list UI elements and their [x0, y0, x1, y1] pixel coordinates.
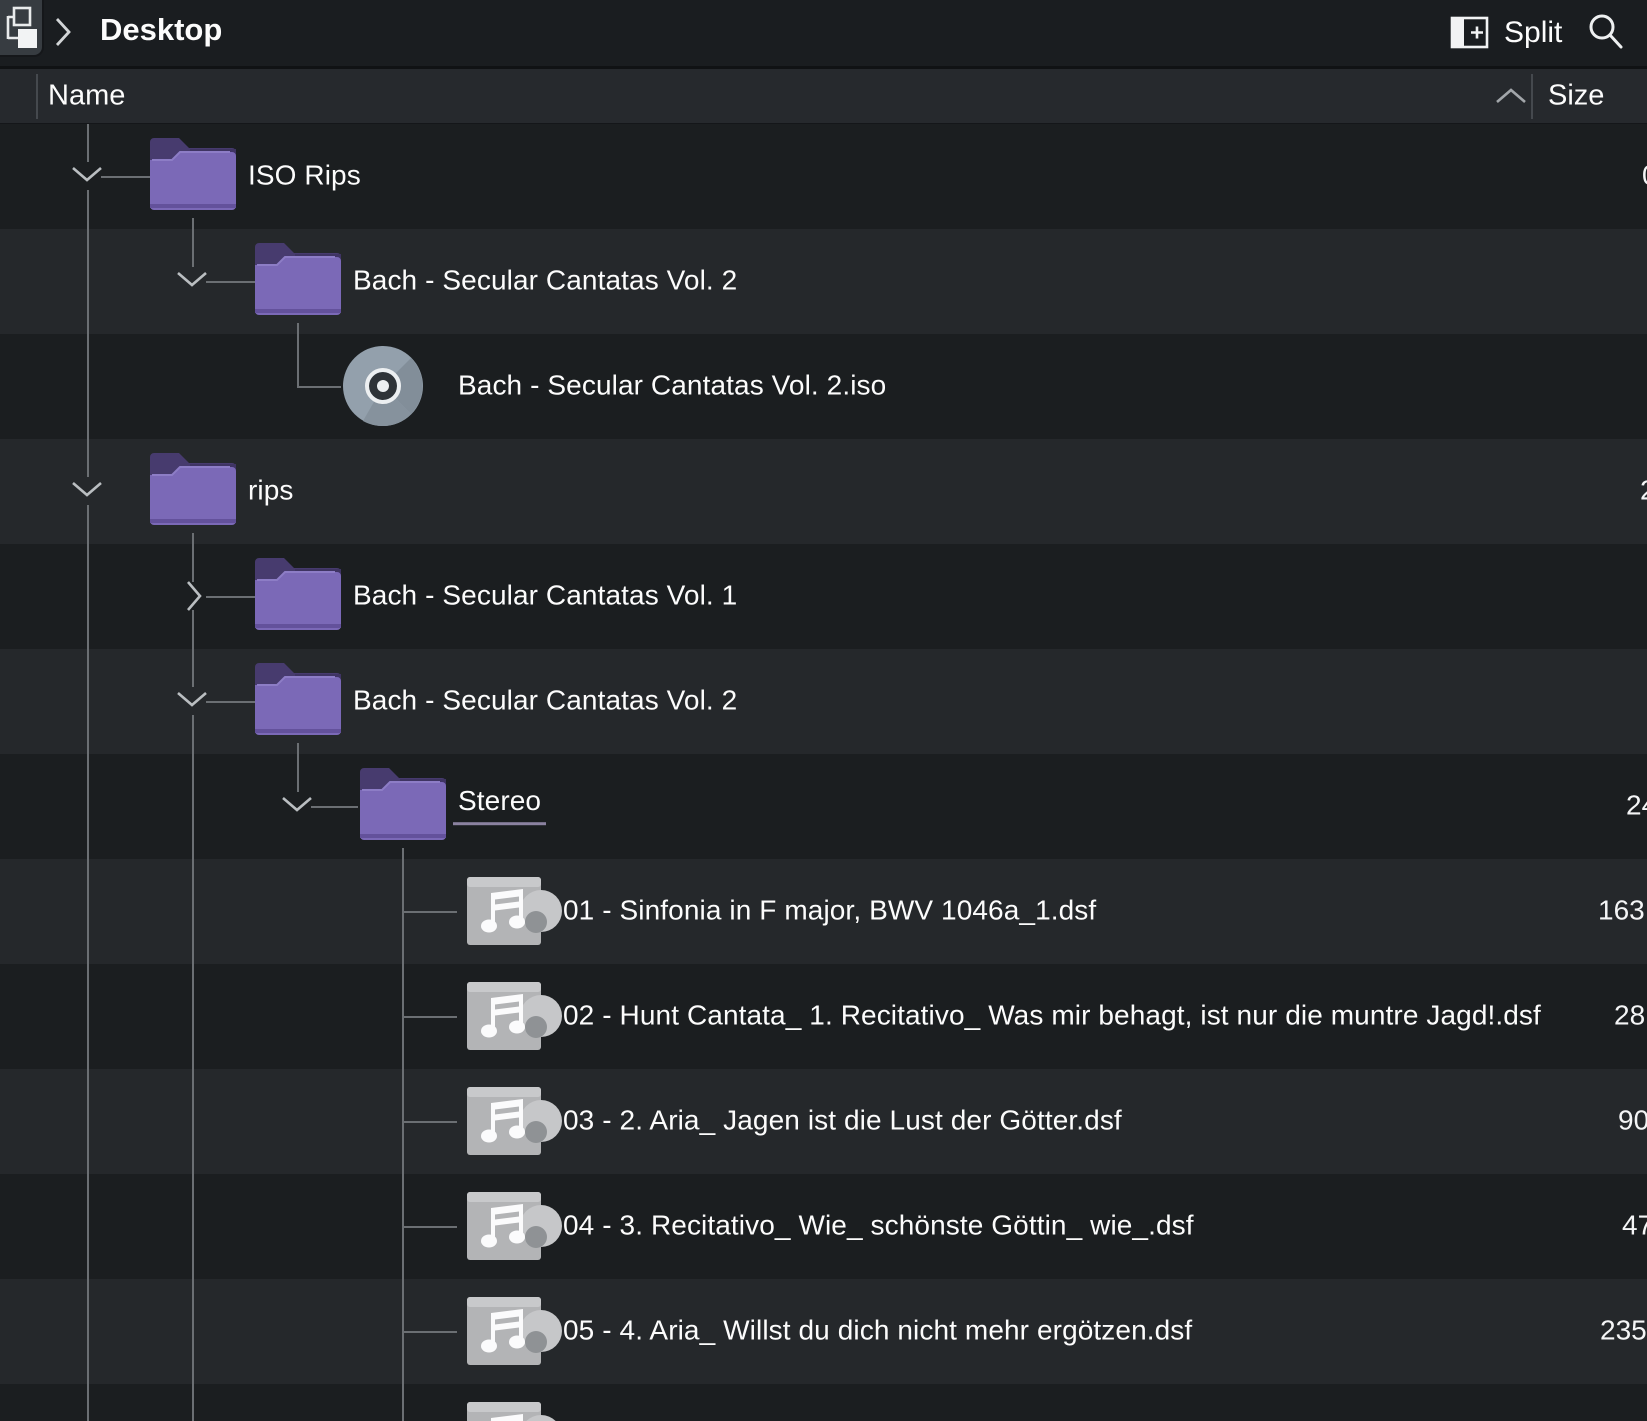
column-header: Name Size	[0, 69, 1647, 124]
expander-down-icon[interactable]	[175, 689, 209, 709]
folder-icon[interactable]	[255, 661, 341, 735]
folder-name-label[interactable]: Bach - Secular Cantatas Vol. 2	[353, 684, 737, 716]
tree-line	[87, 505, 89, 1421]
tree-line	[311, 806, 358, 808]
tree-line	[402, 848, 404, 1421]
tree-line	[206, 281, 255, 283]
tree-line	[192, 218, 194, 267]
file-manager-window: ISO Rips 0 Bach - Secular Cantatas Vol. 2…	[0, 0, 1647, 1421]
folder-icon[interactable]	[150, 451, 236, 525]
disc-image-icon[interactable]	[341, 344, 425, 428]
tree-line	[297, 743, 299, 792]
expander-right-icon[interactable]	[184, 579, 204, 613]
split-view-button[interactable]: Split	[1450, 8, 1562, 58]
column-header-name[interactable]: Name	[48, 80, 125, 113]
file-name-label[interactable]: 05 - 4. Aria_ Willst du dich nicht mehr …	[563, 1314, 1192, 1346]
column-header-size[interactable]: Size	[1548, 80, 1604, 113]
split-view-icon	[1450, 15, 1490, 51]
audio-file-icon[interactable]	[465, 869, 562, 953]
tree-line	[192, 610, 194, 687]
tree-line	[87, 190, 89, 477]
size-value: 235	[1600, 1314, 1647, 1346]
file-name-label[interactable]: 03 - 2. Aria_ Jagen ist die Lust der Göt…	[563, 1104, 1122, 1136]
sort-ascending-icon	[1494, 87, 1528, 105]
tree-view: ISO Rips 0 Bach - Secular Cantatas Vol. 2…	[0, 0, 1647, 1421]
folder-name-label[interactable]: Bach - Secular Cantatas Vol. 2	[353, 264, 737, 296]
tree-line	[402, 1226, 457, 1228]
header-separator	[0, 123, 1647, 124]
tree-line	[87, 124, 89, 162]
tree-row[interactable]	[0, 1384, 1647, 1421]
toolbar-separator	[0, 66, 1647, 69]
column-divider	[36, 74, 38, 119]
size-value: 90	[1618, 1104, 1647, 1136]
file-name-label[interactable]: 02 - Hunt Cantata_ 1. Recitativo_ Was mi…	[563, 999, 1541, 1031]
tree-row[interactable]	[0, 754, 1647, 859]
audio-file-icon[interactable]	[465, 1394, 562, 1421]
file-name-label[interactable]: 04 - 3. Recitativo_ Wie_ schönste Göttin…	[563, 1209, 1194, 1241]
audio-file-icon[interactable]	[465, 1289, 562, 1373]
column-divider[interactable]	[1531, 74, 1533, 119]
expander-down-icon[interactable]	[175, 269, 209, 289]
tree-line	[206, 596, 255, 598]
expander-down-icon[interactable]	[280, 794, 314, 814]
tree-line	[402, 911, 457, 913]
tree-line	[297, 386, 341, 388]
size-value: 163	[1598, 894, 1645, 926]
tree-line	[402, 1016, 457, 1018]
breadcrumb-location[interactable]: Desktop	[100, 12, 222, 48]
file-name-label[interactable]: Bach - Secular Cantatas Vol. 2.iso	[458, 369, 886, 401]
size-value: 24	[1626, 789, 1647, 821]
toolbar: Desktop Split	[0, 0, 1647, 66]
tree-tab-button[interactable]	[0, 0, 44, 57]
search-icon	[1584, 10, 1628, 54]
split-button-label: Split	[1504, 16, 1562, 50]
tree-line	[297, 323, 299, 386]
folder-name-label[interactable]: rips	[248, 474, 294, 506]
audio-file-icon[interactable]	[465, 1079, 562, 1163]
size-value: 47	[1622, 1209, 1647, 1241]
tree-line	[402, 1121, 457, 1123]
size-value: 2	[1640, 474, 1647, 506]
tree-view-icon	[0, 0, 42, 55]
search-button[interactable]	[1584, 10, 1628, 54]
size-value: 28	[1614, 999, 1645, 1031]
audio-file-icon[interactable]	[465, 1184, 562, 1268]
file-name-label[interactable]: 01 - Sinfonia in F major, BWV 1046a_1.ds…	[563, 894, 1096, 926]
folder-name-label[interactable]: Bach - Secular Cantatas Vol. 1	[353, 579, 737, 611]
tree-line	[192, 533, 194, 582]
tree-line	[402, 1331, 457, 1333]
expander-down-icon[interactable]	[70, 164, 104, 184]
folder-name-label[interactable]: Stereo	[458, 785, 546, 825]
folder-icon[interactable]	[255, 556, 341, 630]
tree-line	[101, 176, 150, 178]
folder-icon[interactable]	[255, 241, 341, 315]
folder-icon[interactable]	[150, 136, 236, 210]
size-value: 0	[1642, 159, 1647, 191]
tree-line	[206, 701, 255, 703]
tree-line	[192, 715, 194, 1421]
folder-icon[interactable]	[360, 766, 446, 840]
audio-file-icon[interactable]	[465, 974, 562, 1058]
folder-name-label[interactable]: ISO Rips	[248, 159, 361, 191]
breadcrumb-chevron-icon[interactable]	[52, 15, 74, 49]
expander-down-icon[interactable]	[70, 479, 104, 499]
